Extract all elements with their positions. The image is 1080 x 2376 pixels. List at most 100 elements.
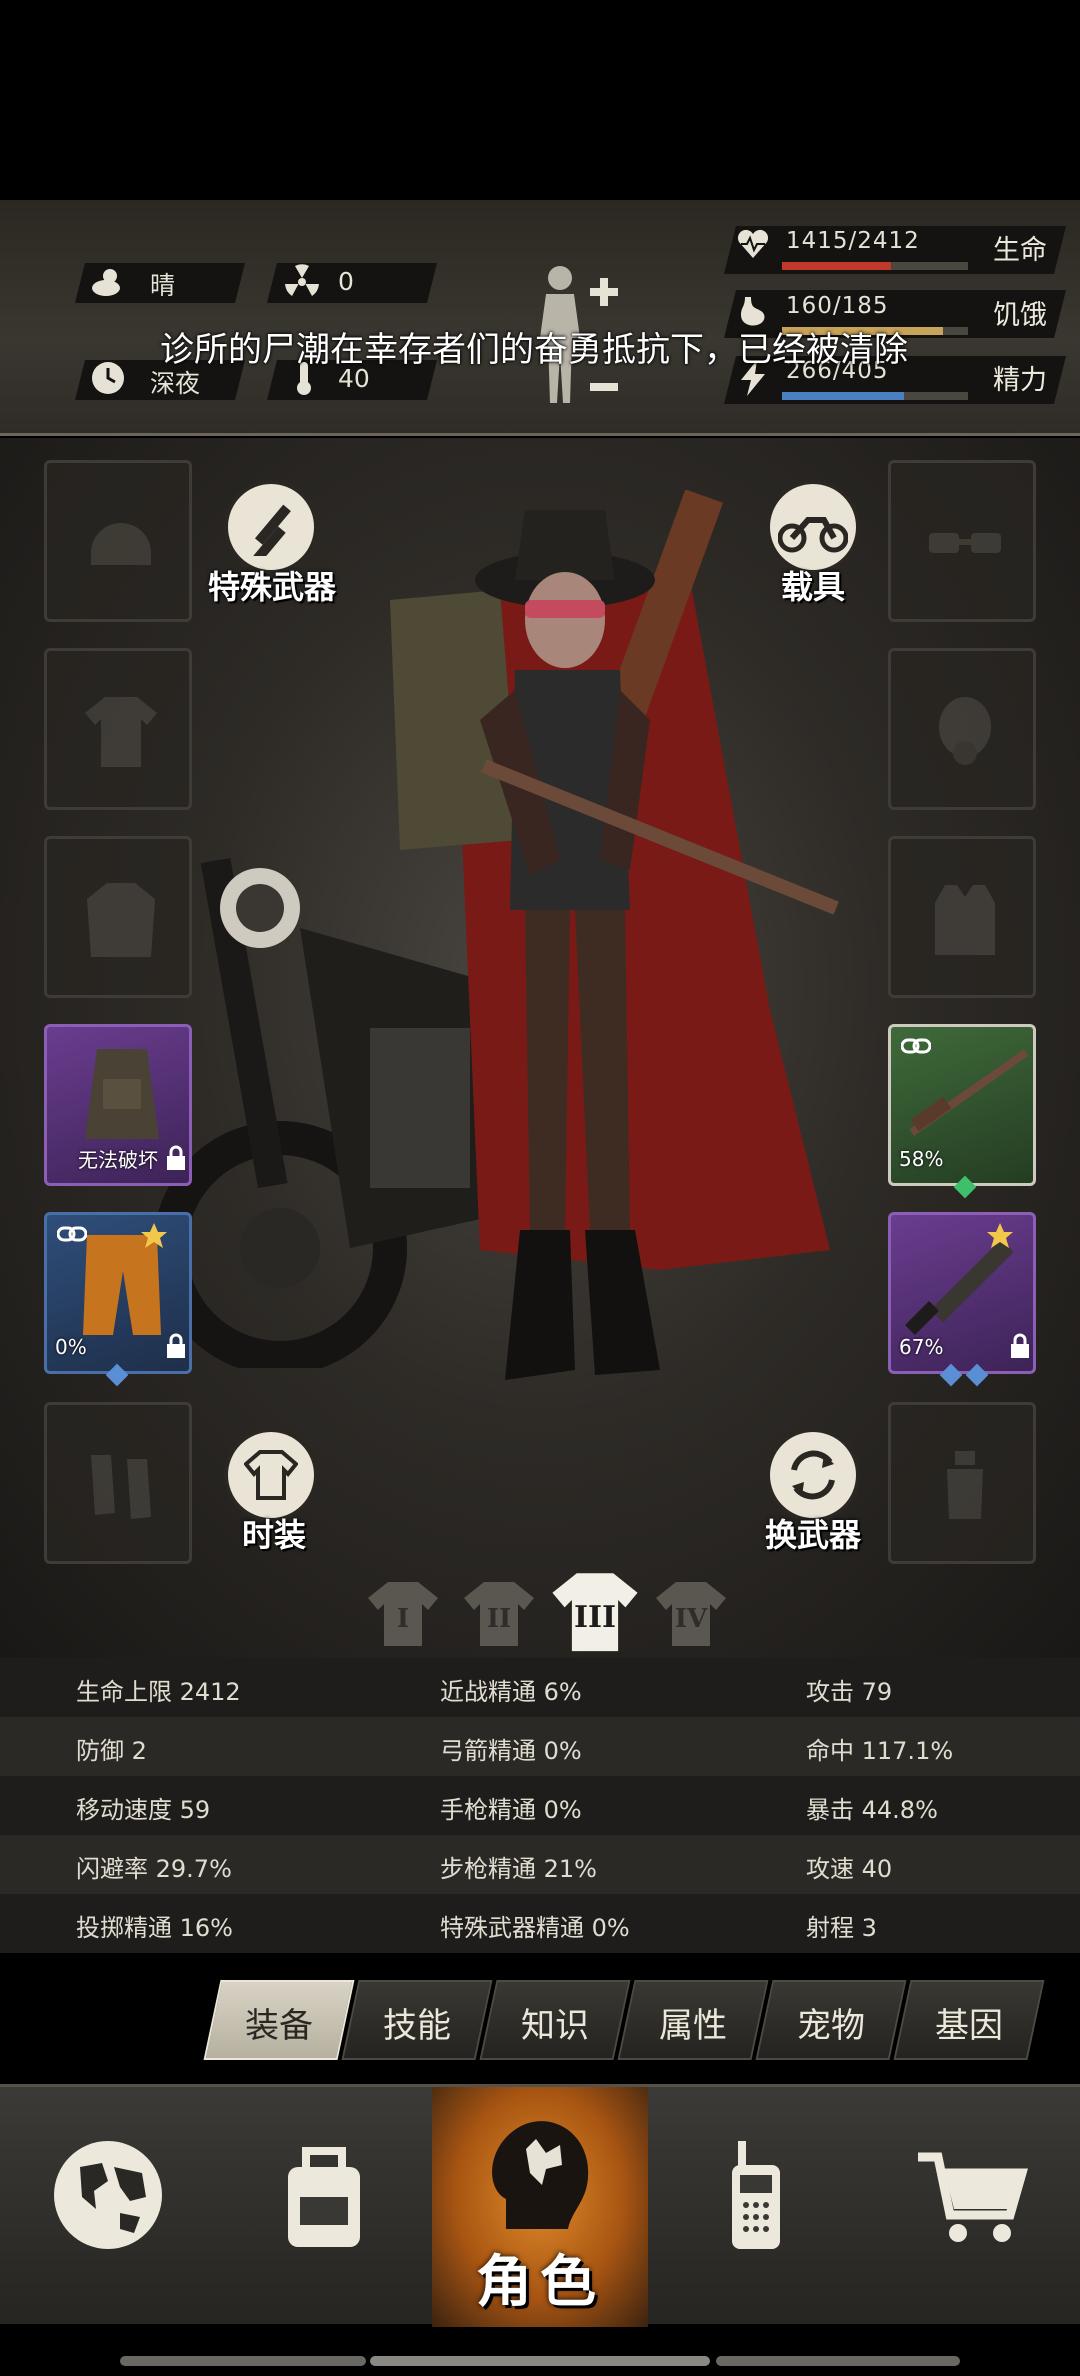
helmet-slot[interactable] [44,460,192,622]
backpack-slot[interactable]: 无法破坏 [44,1024,192,1186]
nav-radio[interactable] [648,2087,864,2327]
syringe-icon [249,504,291,556]
attr-cell: 移动速度 59 [76,1796,211,1824]
energy-bar-fill [782,392,905,400]
globe-icon [54,2141,162,2249]
character-panel: 无法破坏 0% 58% 67% 特殊武器 载具 时装 换武器 I II III … [0,438,1080,1658]
grenade-icon [947,1451,983,1519]
gas-mask-slot[interactable] [888,648,1036,810]
hunger-label: 饥饿 [993,300,1047,331]
table-row: 生命上限 2412 近战精通 6% 攻击 79 [0,1658,1080,1717]
rifle-slot[interactable]: 58% [888,1024,1036,1199]
attr-cell: 攻击 79 [806,1678,893,1706]
outfit-tab-4[interactable]: IV [654,1578,728,1648]
gem-diamond [965,1363,989,1387]
table-row: 移动速度 59 手枪精通 0% 暴击 44.8% [0,1776,1080,1835]
swap-arrows-icon [791,1450,835,1500]
energy-bar [782,392,968,400]
attribute-table: 生命上限 2412 近战精通 6% 攻击 79 防御 2 弓箭精通 0% 命中 … [0,1658,1080,1954]
outfit-tab-3-active[interactable]: III [550,1568,640,1654]
radiation-value: 0 [338,267,354,296]
nav-character[interactable]: 角色 [432,2087,648,2327]
grenade-slot[interactable] [888,1402,1036,1564]
attr-cell: 弓箭精通 0% [440,1737,582,1765]
vest-icon [935,885,995,955]
vest-slot[interactable] [888,836,1036,998]
attr-cell: 近战精通 6% [440,1678,582,1706]
link-icon [901,1038,931,1054]
coat-slot[interactable] [44,836,192,998]
health-value: 1415/2412 [786,228,920,254]
backpack-icon [288,2147,360,2247]
gesture-bar-left [120,2356,366,2366]
attr-cell: 攻速 40 [806,1855,893,1883]
energy-label: 精力 [993,365,1047,396]
cart-icon [918,2152,1028,2242]
lock-icon [167,1333,185,1358]
link-icon [57,1226,87,1242]
rifle-durability: 58% [899,1147,944,1171]
outfit-tab-label: I [396,1604,410,1634]
outfit-tab-label: III [573,1600,617,1635]
subtab-bar: 装备 技能 知识 属性 宠物 基因 [200,1980,1080,2060]
radiation-icon [285,264,319,296]
nav-character-label: 角色 [476,2250,604,2315]
special-weapon-button[interactable] [224,480,318,574]
tab-equipment-label: 装备 [245,2006,313,2046]
bottom-nav: 角色 [0,2084,1080,2327]
table-row: 防御 2 弓箭精通 0% 命中 117.1% [0,1717,1080,1776]
nav-shop[interactable] [864,2087,1080,2327]
nav-world[interactable] [0,2087,216,2327]
nav-inventory[interactable] [216,2087,432,2327]
gas-mask-icon [939,697,991,765]
weather-text: 晴 [150,271,176,300]
fashion-label: 时装 [241,1516,306,1554]
vehicle-button[interactable] [766,480,860,574]
heart-icon [737,229,769,258]
glasses-slot[interactable] [888,460,1036,622]
shirt-slot[interactable] [44,648,192,810]
backpack-icon [85,1049,159,1139]
attr-cell: 手枪精通 0% [440,1796,582,1824]
gesture-bar-center[interactable] [370,2356,710,2366]
head-icon [492,2121,589,2229]
vehicle-label: 载具 [780,568,845,606]
gem-diamond [939,1363,963,1387]
attr-cell: 特殊武器精通 0% [440,1914,630,1942]
attr-cell: 投掷精通 16% [76,1914,233,1942]
shirt-icon [85,697,157,767]
star-icon [987,1223,1013,1248]
outfit-tab-1[interactable]: I [366,1578,440,1648]
helmet-icon [91,523,151,565]
tshirt-icon [244,1450,298,1500]
attr-cell: 生命上限 2412 [76,1678,241,1706]
rifle-icon [909,1049,1029,1136]
coat-icon [87,883,155,957]
lock-icon [1011,1333,1029,1358]
cloud-sun-icon [92,269,120,296]
news-ticker: 诊所的尸潮在幸存者们的奋勇抵抗下，已经被清除 [160,330,908,370]
glasses-icon [929,533,1001,553]
outfit-tab-label: II [486,1604,512,1634]
machete-durability: 67% [899,1335,944,1359]
swap-weapon-label: 换武器 [764,1516,861,1554]
outfit-tab-2[interactable]: II [462,1578,536,1648]
fashion-button[interactable] [224,1428,318,1522]
pants-durability: 0% [55,1335,87,1359]
shoes-icon [91,1455,151,1519]
outfit-tab-label: IV [674,1604,708,1634]
pants-slot[interactable]: 0% [44,1212,192,1387]
health-bar [782,262,968,270]
star-icon [141,1223,167,1248]
tab-pets-label: 宠物 [797,2006,865,2046]
machete-slot[interactable]: 67% [888,1212,1036,1387]
table-row: 投掷精通 16% 特殊武器精通 0% 射程 3 [0,1894,1080,1953]
shoes-slot[interactable] [44,1402,192,1564]
attr-cell: 防御 2 [76,1737,147,1765]
tab-genes-label: 基因 [935,2006,1003,2046]
status-bar: 晴 0 深夜 40 1415/2412 生命 160/185 饥饿 266/40… [0,200,1080,436]
clock-icon [92,362,124,394]
hunger-value: 160/185 [786,293,889,319]
health-bar-fill [782,262,892,270]
swap-weapon-button[interactable] [766,1428,860,1522]
